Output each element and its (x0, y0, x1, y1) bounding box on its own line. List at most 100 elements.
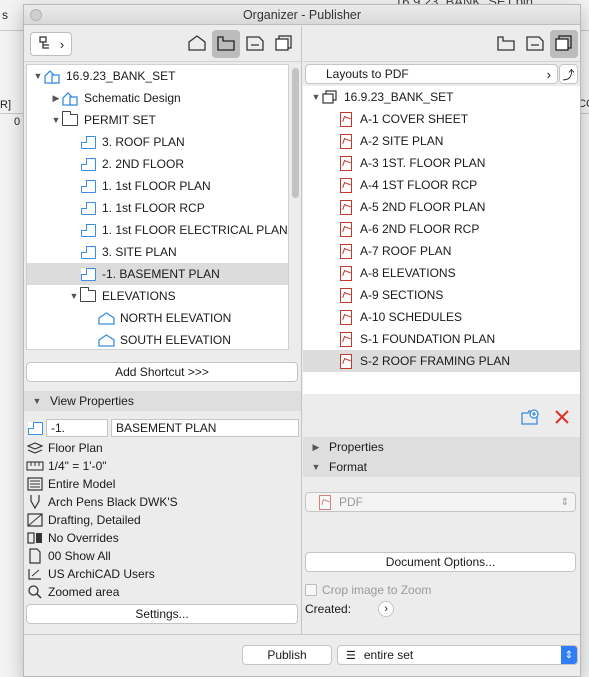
right-publisher-sets-button[interactable] (550, 30, 578, 58)
format-header[interactable]: ▼ Format (303, 457, 580, 477)
pdf-icon (337, 287, 355, 303)
publisher-item[interactable]: A-3 1ST. FLOOR PLAN (303, 152, 580, 174)
settings-button[interactable]: Settings... (26, 604, 298, 624)
disclosure-right-icon: ▶ (312, 441, 320, 452)
tree-item[interactable]: ▼ ELEVATIONS (27, 285, 288, 307)
tree-scrollbar[interactable] (292, 68, 299, 198)
folder-icon (61, 111, 79, 128)
view-map-icon (496, 34, 516, 55)
publisher-item[interactable]: S-1 FOUNDATION PLAN (303, 328, 580, 350)
list-icon: ☰ (346, 649, 356, 662)
floor-plan-icon (79, 266, 97, 282)
format-select[interactable]: PDF ⇕ (305, 492, 576, 512)
publisher-set-selector[interactable]: Layouts to PDF › (305, 64, 558, 84)
disclosure-down-icon[interactable]: ▼ (69, 291, 79, 301)
publisher-item[interactable]: A-2 SITE PLAN (303, 130, 580, 152)
new-folder-icon[interactable] (520, 408, 540, 429)
crop-label: Crop image to Zoom (322, 583, 432, 597)
disclosure-right-icon[interactable]: ▶ (51, 93, 61, 104)
tree-item[interactable]: -1. BASEMENT PLAN (27, 263, 288, 285)
tree-item[interactable]: 3. SITE PLAN (27, 241, 288, 263)
chevron-right-icon[interactable]: › (378, 601, 395, 617)
floor-plan-icon (26, 420, 44, 436)
view-properties-header[interactable]: ▼ View Properties (24, 391, 301, 411)
view-property-label: Entire Model (48, 477, 116, 491)
crop-option[interactable]: Crop image to Zoom (305, 583, 431, 597)
view-property-label: 1/4" = 1'-0" (48, 459, 107, 473)
layout-book-button[interactable] (241, 30, 269, 58)
chevron-right-icon: › (59, 36, 65, 52)
tree-item[interactable]: 3. ROOF PLAN (27, 131, 288, 153)
publish-scope-select[interactable]: ☰ entire set ⇕ (337, 645, 578, 665)
publish-button[interactable]: Publish (242, 645, 332, 665)
disclosure-down-icon[interactable]: ▼ (51, 115, 61, 125)
delete-icon[interactable] (554, 409, 570, 428)
add-shortcut-button[interactable]: Add Shortcut >>> (26, 362, 298, 382)
updown-arrows-icon: ⇕ (560, 496, 569, 508)
view-id-field[interactable]: -1. (46, 419, 108, 437)
publisher-item[interactable]: A-4 1ST FLOOR RCP (303, 174, 580, 196)
publisher-root-row[interactable]: ▼ 16.9.23_BANK_SET (303, 86, 580, 108)
publisher-tree[interactable]: ▼ 16.9.23_BANK_SET A-1 COVER SHEET A-2 SI… (303, 86, 580, 394)
publisher-item[interactable]: A-9 SECTIONS (303, 284, 580, 306)
publisher-item[interactable]: A-1 COVER SHEET (303, 108, 580, 130)
navigator-popup-button[interactable]: › (30, 32, 72, 56)
set-up-button[interactable]: ⤴ (559, 64, 578, 84)
right-view-map-button[interactable] (492, 30, 520, 58)
tree-item-label: 1. 1st FLOOR ELECTRICAL PLAN (102, 223, 288, 237)
tree-item[interactable]: ▼ 16.9.23_BANK_SET (27, 65, 288, 87)
publisher-icon (554, 34, 574, 55)
arrow-up-icon: ⤴ (562, 67, 575, 82)
tree-item[interactable]: 2. 2ND FLOOR (27, 153, 288, 175)
publisher-set-icon (321, 89, 339, 105)
document-options-button[interactable]: Document Options... (305, 552, 576, 572)
disclosure-down-icon[interactable]: ▼ (33, 71, 43, 81)
tree-item-label: 2. 2ND FLOOR (102, 157, 185, 171)
view-property-label: Drafting, Detailed (48, 513, 141, 527)
tree-item[interactable]: ▼ PERMIT SET (27, 109, 288, 131)
tree-item[interactable]: SOUTH ELEVATION (27, 329, 288, 349)
item-actions (520, 408, 570, 429)
publisher-item[interactable]: A-10 SCHEDULES (303, 306, 580, 328)
view-property-row: Entire Model (26, 475, 115, 493)
publisher-item[interactable]: A-5 2ND FLOOR PLAN (303, 196, 580, 218)
crop-checkbox[interactable] (305, 584, 317, 596)
floor-plan-icon (79, 156, 97, 172)
tree-item[interactable]: 1. 1st FLOOR RCP (27, 197, 288, 219)
publisher-sets-button[interactable] (270, 30, 298, 58)
tree-item[interactable]: 1. 1st FLOOR ELECTRICAL PLAN (27, 219, 288, 241)
view-property-label: US ArchiCAD Users (48, 567, 155, 581)
right-layout-book-button[interactable] (521, 30, 549, 58)
publisher-item-label: A-7 ROOF PLAN (360, 244, 452, 258)
publisher-item[interactable]: A-6 2ND FLOOR RCP (303, 218, 580, 240)
tree-item-label: 3. ROOF PLAN (102, 135, 185, 149)
publisher-items: A-1 COVER SHEET A-2 SITE PLAN A-3 1ST. FLO… (303, 108, 580, 372)
pdf-icon (337, 331, 355, 347)
view-map-tree[interactable]: ▼ 16.9.23_BANK_SET ▶ Schematic Design ▼ PERMI… (26, 64, 289, 350)
tree-item[interactable]: NORTH ELEVATION (27, 307, 288, 329)
zoom-icon (26, 584, 44, 600)
drafting-icon (26, 512, 44, 528)
tree-item-label: -1. BASEMENT PLAN (102, 267, 220, 281)
publisher-item-label: A-1 COVER SHEET (360, 112, 469, 126)
pdf-icon (316, 494, 334, 510)
publisher-item-label: A-8 ELEVATIONS (360, 266, 456, 280)
publisher-item[interactable]: A-8 ELEVATIONS (303, 262, 580, 284)
publisher-item[interactable]: A-7 ROOF PLAN (303, 240, 580, 262)
properties-header[interactable]: ▶ Properties (303, 437, 580, 457)
disclosure-down-icon: ▼ (311, 462, 321, 472)
elevation-icon (97, 310, 115, 326)
project-map-button[interactable] (183, 30, 211, 58)
house-icon (187, 34, 207, 55)
tree-item[interactable]: ▶ Schematic Design (27, 87, 288, 109)
view-property-label: Floor Plan (48, 441, 103, 455)
title-bar[interactable]: Organizer - Publisher (24, 5, 580, 25)
publisher-item-label: A-9 SECTIONS (360, 288, 444, 302)
view-name-field[interactable]: BASEMENT PLAN (111, 419, 299, 437)
tree-item[interactable]: 1. 1st FLOOR PLAN (27, 175, 288, 197)
publisher-icon (274, 34, 294, 55)
view-map-button[interactable] (212, 30, 240, 58)
publisher-item-label: A-4 1ST FLOOR RCP (360, 178, 478, 192)
publisher-item[interactable]: S-2 ROOF FRAMING PLAN (303, 350, 580, 372)
view-id-row (26, 419, 48, 437)
